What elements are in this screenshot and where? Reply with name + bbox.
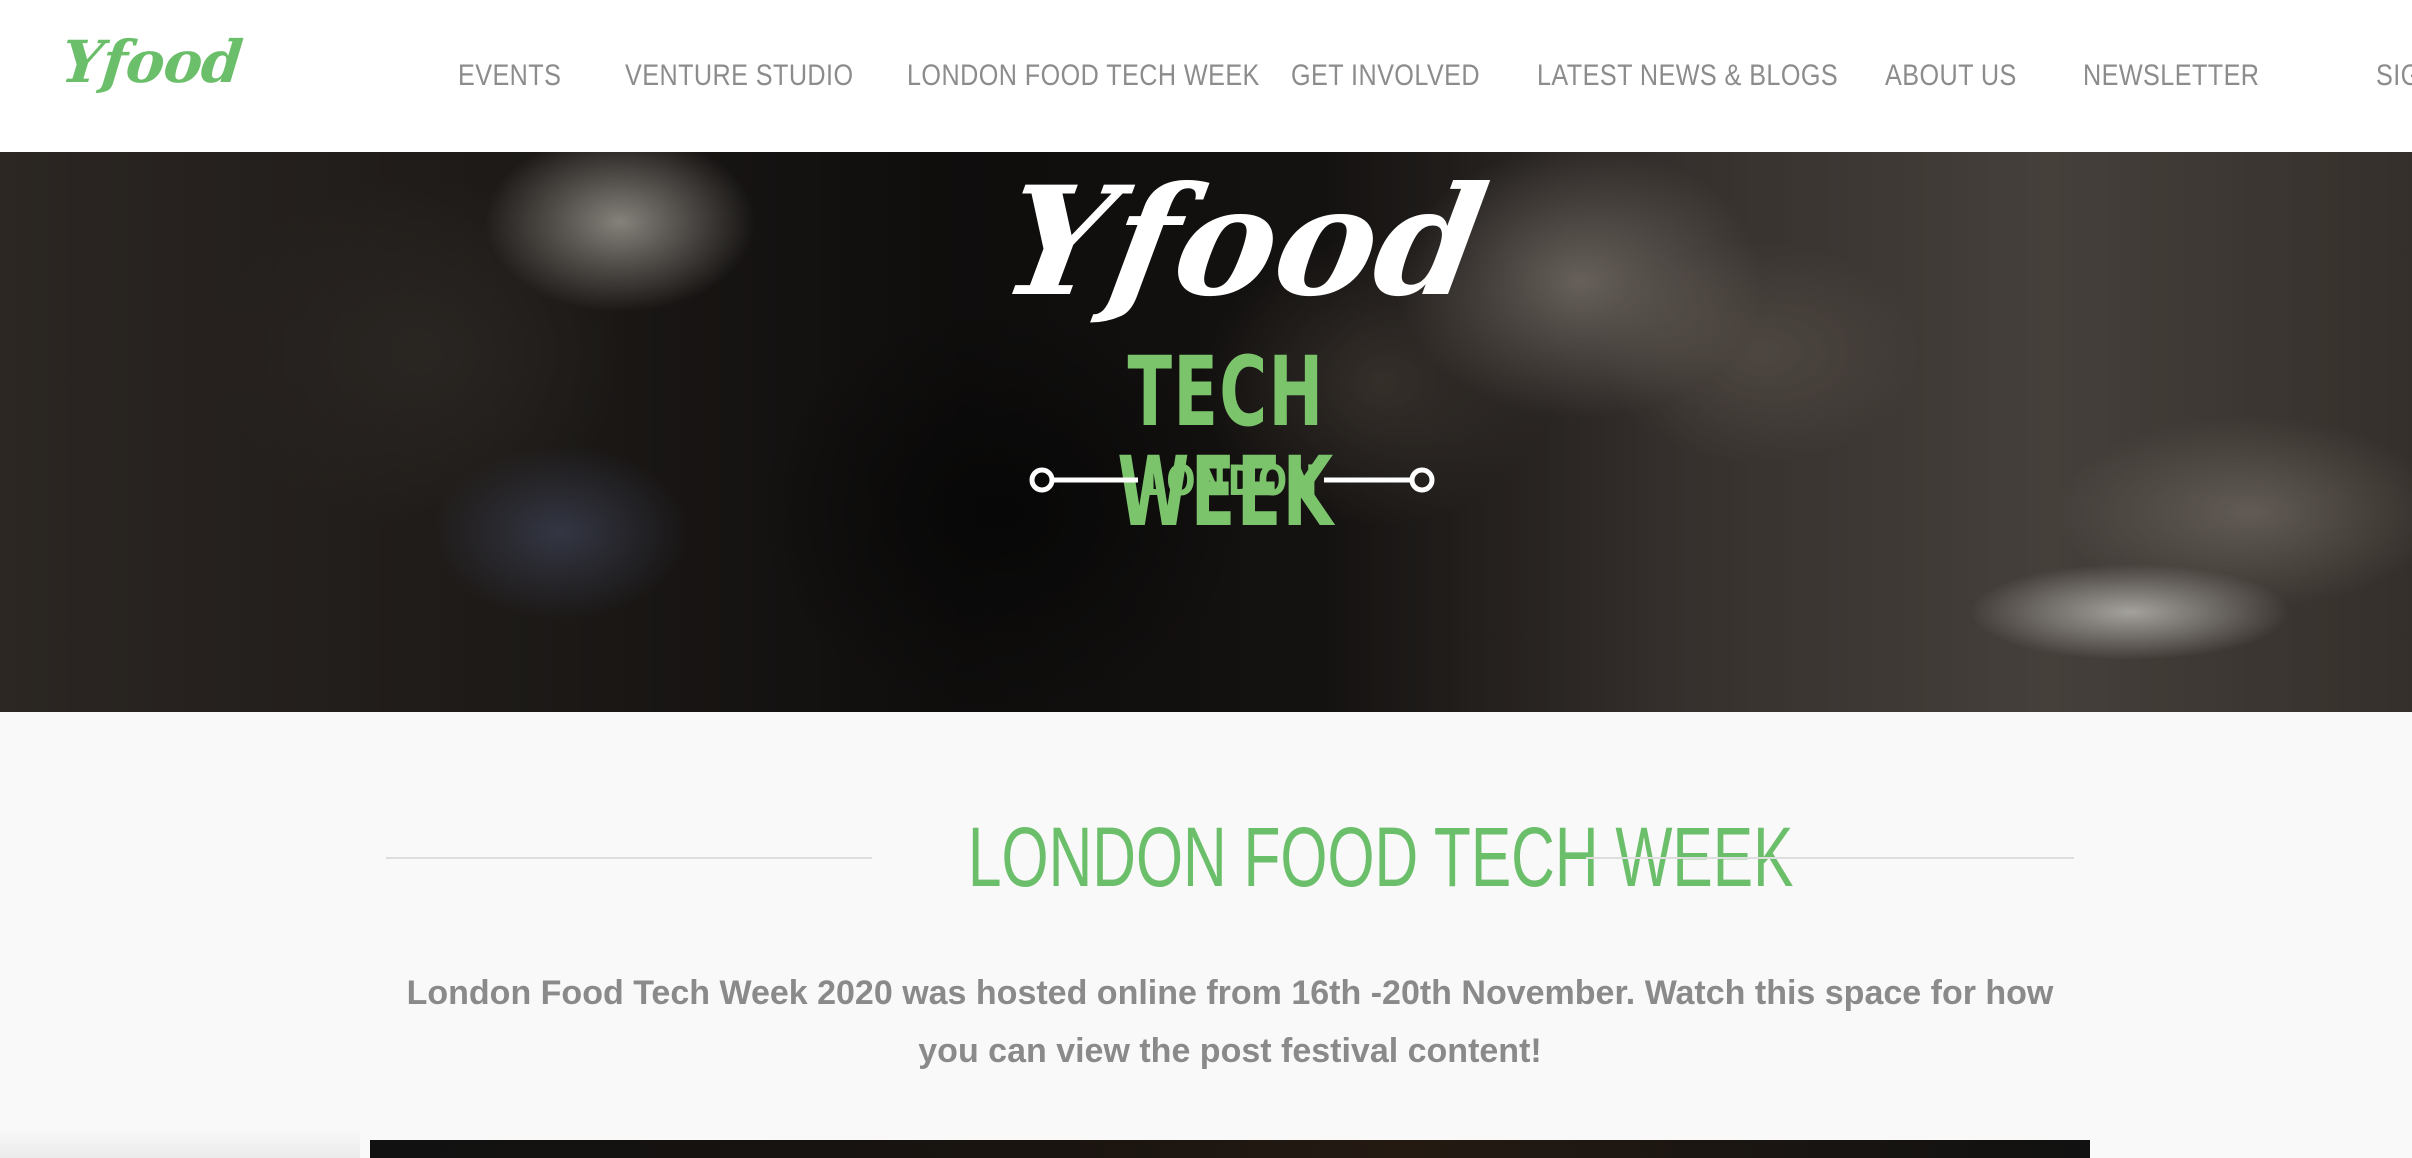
hero-logo-city-row: LONDON <box>1020 458 1440 504</box>
hero-banner: Yfood TECH WEEK LONDON <box>0 152 2412 712</box>
nav-item-get-involved[interactable]: GET INVOLVED <box>1291 59 1480 93</box>
nav-item-london-food-tech-week[interactable]: LONDON FOOD TECH WEEK <box>907 59 1260 93</box>
hero-logo-script: Yfood <box>990 154 1499 330</box>
heading-divider-right <box>1586 857 2074 859</box>
video-embed[interactable] <box>370 1140 2090 1158</box>
nav-item-latest-news-blogs[interactable]: LATEST NEWS & BLOGS <box>1537 59 1838 93</box>
nav-item-events[interactable]: EVENTS <box>458 59 561 93</box>
section-heading: LONDON FOOD TECH WEEK <box>967 810 1794 904</box>
page-shadow <box>0 1128 360 1158</box>
section-heading-wrap: LONDON FOOD TECH WEEK <box>386 812 2074 902</box>
heading-divider-left <box>386 857 872 859</box>
brand-logo[interactable]: Yfood <box>58 28 244 96</box>
nav-item-sign-in[interactable]: SIG <box>2376 59 2412 93</box>
site-header: Yfood EVENTS VENTURE STUDIO LONDON FOOD … <box>0 0 2412 152</box>
nav-item-venture-studio[interactable]: VENTURE STUDIO <box>625 59 854 93</box>
hero-logo-city: LONDON <box>1143 456 1320 505</box>
main-nav: EVENTS VENTURE STUDIO LONDON FOOD TECH W… <box>458 52 2412 100</box>
hero-logo: Yfood TECH WEEK LONDON <box>990 152 1498 542</box>
main-content: LONDON FOOD TECH WEEK London Food Tech W… <box>0 712 2412 1158</box>
nav-item-newsletter[interactable]: NEWSLETTER <box>2083 59 2259 93</box>
hero-logo-tech-week: TECH WEEK <box>1117 336 1335 548</box>
intro-paragraph: London Food Tech Week 2020 was hosted on… <box>406 974 2054 1070</box>
nav-item-about-us[interactable]: ABOUT US <box>1885 59 2017 93</box>
